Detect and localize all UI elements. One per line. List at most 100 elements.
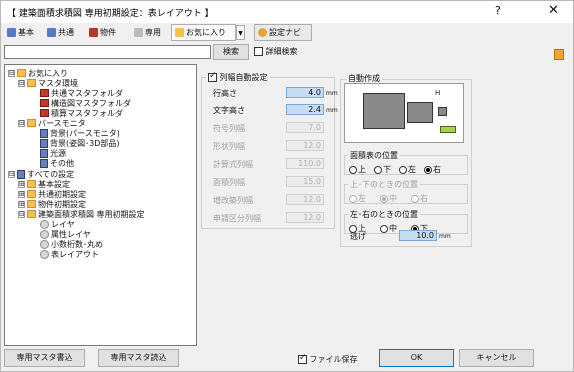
search-button[interactable]: 検索 [213,44,249,60]
radio-label: 中 [389,194,397,203]
tree-node-common-master[interactable]: 共通マスタフォルダ [40,88,123,98]
collapse-icon[interactable]: ⊟ [8,69,15,77]
tab-basic[interactable]: 基本 [3,24,38,41]
auto-width-checkbox[interactable]: 列幅自動設定 [206,71,270,83]
formula-width-row: 計算式列幅 110.0 [213,158,333,170]
radio-circle[interactable] [424,165,432,174]
tree-node-structure-master[interactable]: 構造図マスタフォルダ [40,98,131,108]
formula-width-label: 計算式列幅 [213,160,253,169]
tree-node-decimal[interactable]: 小数桁数･丸め [40,239,103,249]
tab-favorite[interactable]: お気に入り ▼ [171,24,245,41]
escape-input[interactable]: 10.0 [399,230,437,241]
save-file-checkbox[interactable]: ファイル保存 [298,353,358,365]
search-input[interactable] [4,45,211,59]
radio-ud-center: 中 [380,193,397,204]
text-height-input[interactable]: 2.4 [286,104,324,115]
escape-row: 逃げ [350,231,366,242]
tree-node-layer[interactable]: レイヤ [40,219,75,229]
info-icon[interactable] [554,49,564,60]
category-tabbar: 基本 共通 物件 専用 お気に入り ▼ 設定ナビ [1,23,573,60]
master-write-button[interactable]: 専用マスタ書込 [4,349,85,367]
radio-circle [411,194,419,203]
expand-icon[interactable]: ⊞ [18,190,25,198]
tree-node-building-area[interactable]: ⊟ 建築面積求積図 専用初期設定 [18,209,145,219]
radio-bottom[interactable]: 下 [374,164,391,175]
folder-icon [27,190,36,198]
favorite-icon [175,28,184,37]
radio-top[interactable]: 上 [349,164,366,175]
collapse-icon[interactable]: ⊟ [18,119,25,127]
radio-label: 右 [433,165,441,174]
tab-common[interactable]: 共通 [43,24,78,41]
basic-icon [7,28,16,37]
code-width-label: 符号列幅 [213,124,245,133]
column-width-frame [201,77,335,229]
help-button[interactable]: ? [495,4,501,17]
folder-icon [27,79,36,87]
tree-node-all-settings[interactable]: ⊟ すべての設定 [8,169,74,179]
expand-icon[interactable]: ⊞ [18,180,25,188]
common-icon [47,28,56,37]
row-height-input[interactable]: 4.0 [286,87,324,98]
detail-search-check[interactable] [254,47,263,56]
radio-label: 上 [358,165,366,174]
preview-h-label: H [435,89,441,97]
tab-favorite-label: お気に入り [186,28,226,37]
tree-node-bg-perse[interactable]: 背景(パースモニタ) [40,128,120,138]
tab-property[interactable]: 物件 [85,24,120,41]
settings-book-icon [17,169,25,179]
tree-node-property-initial[interactable]: ⊞ 物件初期設定 [18,199,86,209]
application-width-label: 申請区分列幅 [213,214,261,223]
column-width-panel: 列幅自動設定 行高さ 4.0 mm 文字高さ 2.4 mm 符号列幅 7.0 形… [201,71,338,231]
expand-icon[interactable]: ⊞ [18,200,25,208]
master-folder-icon [40,109,49,117]
collapse-icon[interactable]: ⊟ [8,170,15,178]
title-bar: 【 建築面積求積図 専用初期設定：表レイアウト 】 ? ✕ [1,1,573,23]
tree-node-estimate-master[interactable]: 積算マスタフォルダ [40,108,123,118]
radio-circle[interactable] [380,224,388,233]
save-file-check[interactable] [298,353,307,364]
master-read-button[interactable]: 専用マスタ読込 [98,349,179,367]
settings-book-icon [40,128,48,138]
renovation-width-input: 12.0 [286,194,324,205]
tab-dedicated[interactable]: 専用 [130,24,165,41]
escape-unit: mm [439,233,451,240]
radio-circle[interactable] [349,165,357,174]
window-title: 【 建築面積求積図 専用初期設定：表レイアウト 】 [7,9,214,19]
radio-circle[interactable] [374,165,382,174]
collapse-icon[interactable]: ⊟ [18,79,25,87]
gear-icon [40,249,49,259]
tree-node-favorites[interactable]: ⊟ お気に入り [8,68,68,78]
gear-icon [40,229,49,239]
master-folder-icon [40,99,49,107]
auto-width-check[interactable] [208,71,217,82]
tree-node-other[interactable]: その他 [40,158,74,168]
chevron-down-icon[interactable]: ▼ [236,25,245,40]
radio-left[interactable]: 左 [399,164,416,175]
tree-node-common-initial[interactable]: ⊞ 共通初期設定 [18,189,86,199]
layout-preview: H [344,83,464,143]
cancel-button[interactable]: キャンセル [459,349,534,367]
tree-node-basic-settings[interactable]: ⊞ 基本設定 [18,179,70,189]
radio-right[interactable]: 右 [424,164,441,175]
tree-node-bg-3d[interactable]: 背景(姿図･3D部品) [40,138,120,148]
settings-navi-button[interactable]: 設定ナビ [254,24,312,41]
ok-button[interactable]: OK [379,349,454,367]
collapse-icon[interactable]: ⊟ [18,210,25,218]
tree-node-perse-monitor[interactable]: ⊟ パースモニタ [18,118,86,128]
radio-lr-middle[interactable]: 中 [380,223,397,234]
tree-node-attr-layer[interactable]: 属性レイヤ [40,229,91,239]
tree-node-master-env[interactable]: ⊟ マスタ環境 [18,78,78,88]
tree-node-light[interactable]: 光源 [40,148,66,158]
detail-search-checkbox[interactable]: 詳細検索 [254,46,298,57]
close-button[interactable]: ✕ [548,3,559,18]
radio-circle[interactable] [399,165,407,174]
tab-common-label: 共通 [58,28,74,37]
radio-label: 左 [358,194,366,203]
tree-node-table-layout[interactable]: 表レイアウト [40,249,99,259]
master-folder-icon [40,89,49,97]
text-height-row: 文字高さ 2.4 mm [213,104,338,116]
area-width-row: 面積列幅 15.0 [213,176,333,188]
formula-width-input: 110.0 [286,158,324,169]
shape-width-row: 形状列幅 12.0 [213,140,333,152]
